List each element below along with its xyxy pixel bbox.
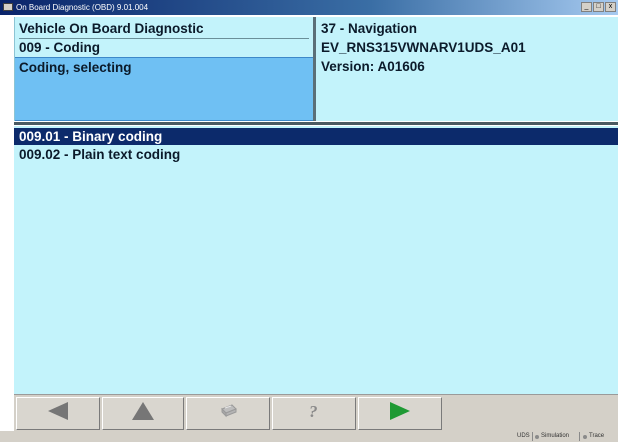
title-bar[interactable]: On Board Diagnostic (OBD) 9.01.004 _ □ x [0,0,618,15]
control-unit-name: 37 - Navigation [321,21,418,36]
horizontal-divider [14,122,618,125]
help-question-icon: ? [306,401,322,426]
trace-status: Trace [583,432,604,441]
function-label: 009 - Coding [19,40,101,55]
back-arrow-icon [46,401,70,426]
up-arrow-icon [131,401,155,426]
forward-arrow-icon [388,401,412,426]
current-step-box: Coding, selecting [15,57,313,121]
print-button[interactable] [186,397,270,430]
current-step-label: Coding, selecting [19,60,132,75]
close-button[interactable]: x [605,2,616,12]
svg-text:?: ? [309,402,318,421]
simulation-label: Simulation [541,433,570,439]
simulation-status: Simulation [535,432,569,441]
list-item-plain-text-coding[interactable]: 009.02 - Plain text coding [14,146,618,163]
window-title: On Board Diagnostic (OBD) 9.01.004 [16,3,149,12]
app-icon [3,3,13,11]
status-bar: UDS Simulation Trace [0,431,618,442]
software-version: Version: A01606 [321,59,425,74]
obd-window: On Board Diagnostic (OBD) 9.01.004 _ □ x… [0,0,618,442]
diagnostic-info-panel: Vehicle On Board Diagnostic 009 - Coding… [14,17,313,121]
print-icon [218,403,238,424]
control-unit-panel: 37 - Navigation EV_RNS315VWNARV1UDS_A01 … [316,17,618,121]
simulation-led-icon [535,434,539,439]
maximize-button[interactable]: □ [593,2,604,12]
heading-divider [19,38,309,39]
minimize-button[interactable]: _ [581,2,592,12]
diagnostic-heading: Vehicle On Board Diagnostic [19,21,204,36]
window-controls: _ □ x [581,2,616,12]
coding-options-list: 009.01 - Binary coding 009.02 - Plain te… [14,126,618,394]
navigation-toolbar: ? [14,394,618,431]
list-item-binary-coding[interactable]: 009.01 - Binary coding [14,128,618,145]
trace-led-icon [583,434,587,439]
back-button[interactable] [16,397,100,430]
part-identifier: EV_RNS315VWNARV1UDS_A01 [321,40,526,55]
protocol-status: UDS [517,432,530,441]
help-button[interactable]: ? [272,397,356,430]
status-divider [579,432,580,441]
forward-button[interactable] [358,397,442,430]
up-button[interactable] [102,397,184,430]
trace-label: Trace [589,433,605,439]
protocol-label: UDS [517,433,530,439]
status-divider [532,432,533,441]
